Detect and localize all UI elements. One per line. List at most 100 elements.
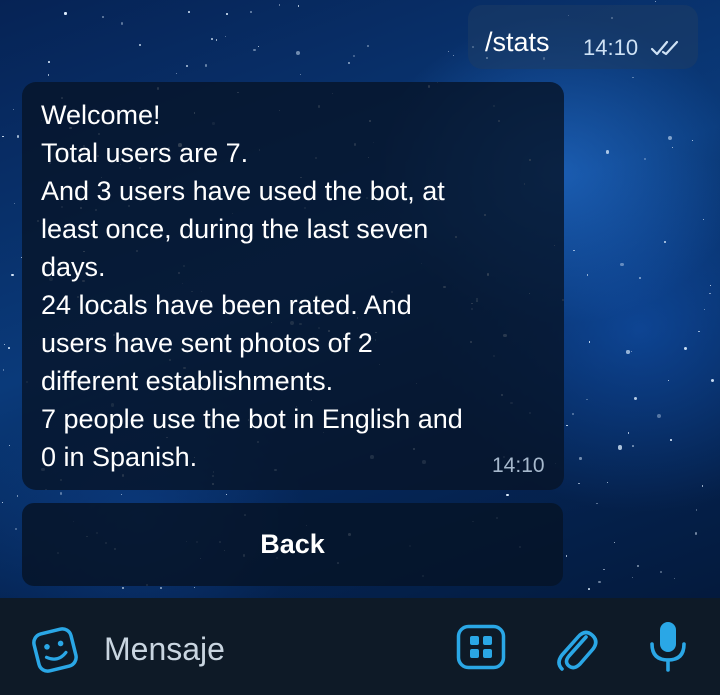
star	[626, 350, 630, 354]
star	[571, 412, 574, 415]
star	[627, 432, 630, 434]
star	[15, 528, 18, 531]
star	[667, 379, 670, 382]
message-line: least once, during the last seven	[41, 214, 429, 244]
star	[670, 438, 673, 441]
star	[64, 12, 67, 15]
star	[657, 414, 662, 419]
star	[654, 0, 656, 2]
star	[709, 284, 712, 287]
star	[225, 493, 228, 496]
star	[299, 73, 302, 76]
star	[643, 157, 646, 160]
star	[586, 398, 588, 400]
star	[573, 249, 576, 252]
back-button-label: Back	[260, 529, 325, 559]
bot-keyboard-icon[interactable]	[456, 624, 506, 670]
star	[47, 74, 50, 77]
star	[8, 347, 10, 349]
star	[605, 150, 610, 154]
star	[620, 262, 624, 267]
star	[668, 136, 673, 141]
star	[598, 580, 601, 584]
star	[579, 457, 582, 460]
incoming-message-bubble[interactable]: Welcome! Total users are 7. And 3 users …	[22, 82, 564, 490]
message-line: 7 people use the bot in English and	[41, 404, 463, 434]
message-line: days.	[41, 252, 106, 282]
star	[13, 108, 15, 110]
star	[188, 11, 190, 14]
star	[295, 51, 300, 56]
star	[278, 4, 281, 6]
star	[9, 444, 11, 447]
star	[709, 292, 711, 294]
star	[566, 425, 568, 427]
star	[613, 541, 615, 543]
star	[185, 65, 188, 68]
star	[588, 588, 590, 590]
star	[631, 351, 633, 353]
message-line: 24 locals have been rated. And	[41, 290, 412, 320]
star	[663, 240, 667, 243]
star	[636, 564, 639, 567]
star	[14, 202, 16, 205]
star	[606, 481, 608, 483]
star	[16, 135, 20, 138]
double-check-icon	[650, 40, 679, 56]
star	[352, 55, 355, 58]
star	[506, 494, 509, 497]
star	[176, 72, 178, 74]
message-line: users have sent photos of 2	[41, 328, 373, 358]
star	[683, 346, 687, 350]
star	[701, 485, 704, 487]
star	[617, 445, 623, 450]
sticker-emoji-icon[interactable]	[29, 627, 81, 673]
star	[660, 570, 663, 573]
star	[160, 586, 163, 589]
star	[632, 77, 634, 79]
star	[2, 369, 5, 371]
star	[565, 555, 568, 557]
star	[702, 218, 705, 221]
star	[2, 501, 4, 503]
star	[249, 10, 253, 14]
star	[122, 587, 124, 589]
star	[631, 577, 633, 579]
star	[367, 45, 370, 48]
message-line: different establishments.	[41, 366, 334, 396]
message-composer: Mensaje	[0, 598, 720, 695]
message-line: Total users are 7.	[41, 138, 249, 168]
incoming-message-time: 14:10	[492, 454, 545, 477]
star	[710, 378, 715, 383]
star	[3, 344, 5, 346]
incoming-message-text: Welcome! Total users are 7. And 3 users …	[41, 96, 561, 476]
star	[139, 44, 142, 47]
star	[632, 445, 634, 447]
back-button[interactable]: Back	[22, 503, 563, 586]
message-input[interactable]: Mensaje	[104, 631, 225, 668]
star	[215, 39, 217, 41]
star	[698, 330, 700, 332]
star	[448, 51, 450, 53]
star	[226, 12, 228, 15]
outgoing-message-text: /stats	[485, 27, 550, 57]
star	[347, 62, 351, 65]
message-line: Welcome!	[41, 100, 161, 130]
star	[691, 140, 694, 142]
star	[2, 135, 5, 138]
star	[258, 45, 260, 48]
star	[253, 48, 256, 52]
star	[674, 578, 676, 580]
star	[16, 495, 19, 498]
star	[121, 493, 123, 495]
paperclip-icon[interactable]	[552, 620, 598, 672]
star	[102, 15, 105, 18]
microphone-icon[interactable]	[648, 620, 688, 672]
star	[704, 308, 706, 310]
star	[193, 587, 195, 589]
outgoing-message-bubble[interactable]: /stats 14:10	[468, 5, 698, 69]
star	[633, 396, 638, 400]
star	[205, 64, 208, 67]
star	[638, 277, 641, 280]
star	[696, 509, 698, 511]
